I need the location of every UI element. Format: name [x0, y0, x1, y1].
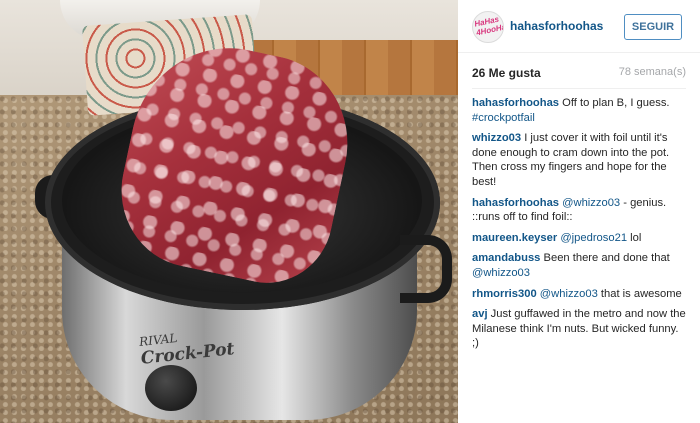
follow-button[interactable]: SEGUIR: [624, 14, 682, 40]
comment-user[interactable]: rhmorris300: [472, 288, 537, 300]
comment-user[interactable]: maureen.keyser: [472, 232, 557, 244]
comment-user[interactable]: hahasforhoohas: [472, 97, 559, 109]
comment-item: hahasforhoohas Off to plan B, I guess. #…: [472, 96, 688, 125]
comment-text: Been there and done that: [543, 252, 670, 265]
post-photo[interactable]: RIVAL Crock-Pot: [0, 0, 458, 423]
comment-text: that is awesome: [600, 287, 682, 300]
comment-user[interactable]: avj: [472, 308, 488, 320]
comment-text: Off to plan B, I guess.: [562, 97, 670, 109]
post-time[interactable]: 78 semana(s): [619, 66, 686, 78]
comment-user[interactable]: amandabuss: [472, 252, 540, 264]
comment-item: avj Just guffawed in the metro and now t…: [472, 307, 688, 351]
likes-count[interactable]: 26 Me gusta: [472, 66, 541, 80]
stats-divider: [472, 88, 686, 89]
comment-mention[interactable]: @whizzo03: [472, 267, 530, 279]
comment-item: maureen.keyser @jpedroso21 lol: [472, 231, 688, 246]
comment-user[interactable]: hahasforhoohas: [472, 197, 559, 209]
comment-hashtag[interactable]: #crockpotfail: [472, 112, 535, 124]
comment-item: hahasforhoohas @whizzo03 - genius. ::run…: [472, 196, 688, 225]
photo-cooker-handle-right: [400, 235, 452, 303]
post-side-panel: HaHas 4HooHas hahasforhoohas SEGUIR 26 M…: [458, 0, 700, 423]
comment-user[interactable]: whizzo03: [472, 132, 521, 144]
post-header: HaHas 4HooHas hahasforhoohas SEGUIR: [458, 0, 700, 53]
avatar-text: HaHas 4HooHas: [473, 14, 504, 38]
comment-text: lol: [630, 231, 642, 244]
comment-mention[interactable]: @whizzo03: [562, 197, 620, 209]
comment-text: Just guffawed in the metro and now the M…: [472, 308, 686, 350]
avatar[interactable]: HaHas 4HooHas: [472, 11, 504, 43]
comment-mention[interactable]: @jpedroso21: [560, 232, 627, 244]
comment-item: whizzo03 I just cover it with foil until…: [472, 131, 688, 189]
post-stats: 26 Me gusta 78 semana(s): [472, 66, 686, 84]
comment-item: rhmorris300 @whizzo03 that is awesome: [472, 287, 688, 302]
comments-list: hahasforhoohas Off to plan B, I guess. #…: [472, 96, 688, 357]
photo-cooker-knob: [145, 365, 197, 411]
comment-item: amandabuss Been there and done that @whi…: [472, 251, 688, 280]
comment-mention[interactable]: @whizzo03: [540, 288, 598, 300]
post-username[interactable]: hahasforhoohas: [510, 19, 603, 33]
